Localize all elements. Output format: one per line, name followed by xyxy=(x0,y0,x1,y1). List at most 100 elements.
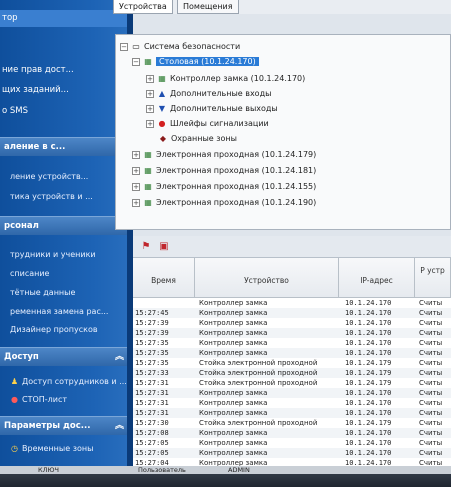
expand-icon[interactable]: + xyxy=(146,74,154,83)
sidebar-group-label: Доступ xyxy=(4,352,39,362)
export-events-icon[interactable]: ▣ xyxy=(157,240,171,254)
alarm-loop-icon: ● xyxy=(158,119,166,128)
sidebar-item-label: списание xyxy=(10,269,50,278)
sidebar-item-label: ременная замена рас... xyxy=(10,307,109,316)
device-icon: ▦ xyxy=(158,74,166,83)
table-cell-ip: 10.1.24.179 xyxy=(345,379,392,387)
sidebar-item-device-stats[interactable]: тика устройств и ... xyxy=(0,188,130,205)
column-header-device[interactable]: Устройство xyxy=(195,258,339,298)
table-row[interactable]: 15:27:31 Контроллер замка 10.1.24.170 Считы xyxy=(133,398,451,408)
sidebar-item-label: ление устройств... xyxy=(10,172,89,181)
sidebar-group-management[interactable]: аление в с... ︽ xyxy=(0,137,130,156)
device-icon: ▦ xyxy=(144,166,152,175)
table-row[interactable]: 15:27:45 Контроллер замка 10.1.24.170 Считы xyxy=(133,308,451,318)
sidebar-group-personnel[interactable]: рсонал ︽ xyxy=(0,216,130,235)
collapse-icon[interactable]: − xyxy=(132,57,140,66)
table-row[interactable]: 15:27:04 Контроллер замка 10.1.24.170 Считы xyxy=(133,458,451,466)
expand-icon[interactable]: + xyxy=(132,166,140,175)
tree-node-outputs[interactable]: + ▼ Дополнительные выходы xyxy=(146,103,278,115)
column-header-time[interactable]: Время xyxy=(133,258,195,298)
collapse-icon[interactable]: − xyxy=(120,42,128,51)
table-row[interactable]: 15:27:30 Стойка электронной проходной 10.1… xyxy=(133,418,451,428)
tree-node-inputs[interactable]: + ▲ Дополнительные входы xyxy=(146,88,271,100)
table-row[interactable]: 15:27:39 Контроллер замка 10.1.24.170 Считы xyxy=(133,318,451,328)
table-cell-ip: 10.1.24.170 xyxy=(345,449,392,457)
tree-node-alarm-loops[interactable]: + ● Шлейфы сигнализации xyxy=(146,118,269,130)
table-cell-ip: 10.1.24.170 xyxy=(345,389,392,397)
tree-node-label: Электронная проходная (10.1.24.181) xyxy=(156,166,317,175)
tree-node-turnstile-190[interactable]: + ▦ Электронная проходная (10.1.24.190) xyxy=(132,197,316,209)
table-cell-ip: 10.1.24.170 xyxy=(345,309,392,317)
sidebar-group-access-params[interactable]: Параметры дос... ︽ xyxy=(0,416,130,435)
sidebar-item-employee-access[interactable]: ♟ Доступ сотрудников и ... xyxy=(0,373,130,390)
table-cell-time: 15:27:31 xyxy=(135,379,169,387)
sidebar-group-access[interactable]: Доступ ︽ xyxy=(0,347,130,366)
sidebar-item-label: тётные данные xyxy=(10,288,76,297)
sidebar-item-schedule[interactable]: списание xyxy=(0,265,130,282)
sidebar-item-stop-list[interactable]: ● СТОП-лист xyxy=(0,391,130,408)
table-row[interactable]: Контроллер замка 10.1.24.170 Считы xyxy=(133,298,451,308)
sidebar-item-time-zones[interactable]: ◷ Временные зоны xyxy=(0,440,130,457)
sidebar-item-access-rights[interactable]: ние прав дост... xyxy=(0,62,130,79)
table-cell-time: 15:27:30 xyxy=(135,419,169,427)
table-cell-time: 15:27:05 xyxy=(135,449,169,457)
table-row[interactable]: 15:27:35 Контроллер замка 10.1.24.170 Считы xyxy=(133,338,451,348)
table-row[interactable]: 15:27:33 Стойка электронной проходной 10.1… xyxy=(133,368,451,378)
table-row[interactable]: 15:27:05 Контроллер замка 10.1.24.170 Считы xyxy=(133,438,451,448)
output-icon: ▼ xyxy=(158,104,166,113)
tree-node-turnstile-155[interactable]: + ▦ Электронная проходная (10.1.24.155) xyxy=(132,181,316,193)
tree-node-lock-controller[interactable]: + ▦ Контроллер замка (10.1.24.170) xyxy=(146,73,305,85)
table-cell-ip: 10.1.24.170 xyxy=(345,409,392,417)
tree-node-security-zones[interactable]: ◆ Охранные зоны xyxy=(158,133,237,145)
expand-icon[interactable]: + xyxy=(132,198,140,207)
expand-icon[interactable]: + xyxy=(132,182,140,191)
table-cell-time: 15:27:08 xyxy=(135,429,169,437)
table-row[interactable]: 15:27:31 Контроллер замка 10.1.24.170 Считы xyxy=(133,408,451,418)
table-cell-ip: 10.1.24.170 xyxy=(345,299,392,307)
sidebar-item-accounting[interactable]: тётные данные xyxy=(0,284,130,301)
device-tree: − ▭ Система безопасности − ▦ Столовая (10.1.… xyxy=(115,34,451,230)
chevron-up-icon: ︽ xyxy=(114,352,124,362)
tree-node-root[interactable]: − ▭ Система безопасности xyxy=(120,41,240,53)
sidebar-item-device-management[interactable]: ление устройств... xyxy=(0,168,130,185)
table-row[interactable]: 15:27:35 Стойка электронной проходной 10.1… xyxy=(133,358,451,368)
table-cell-r: Считы xyxy=(419,439,443,447)
sidebar-item-monitor[interactable]: тор xyxy=(0,10,130,27)
table-row[interactable]: 15:27:39 Контроллер замка 10.1.24.170 Считы xyxy=(133,328,451,338)
table-cell-r: Считы xyxy=(419,429,443,437)
expand-icon[interactable]: + xyxy=(146,89,154,98)
expand-icon[interactable]: + xyxy=(132,150,140,159)
sidebar-item-pass-designer[interactable]: Дизайнер пропусков xyxy=(0,321,130,338)
sidebar-item-label: Доступ сотрудников и ... xyxy=(22,377,127,386)
device-icon: ▦ xyxy=(144,182,152,191)
tree-node-canteen[interactable]: − ▦ Столовая (10.1.24.170) xyxy=(132,56,259,68)
sidebar-item-temp-replacement[interactable]: ременная замена рас... xyxy=(0,303,130,320)
tab-rooms[interactable]: Помещения xyxy=(177,0,239,14)
table-cell-r: Считы xyxy=(419,389,443,397)
table-row[interactable]: 15:27:05 Контроллер замка 10.1.24.170 Считы xyxy=(133,448,451,458)
tree-node-turnstile-179[interactable]: + ▦ Электронная проходная (10.1.24.179) xyxy=(132,149,316,161)
column-header-reader[interactable]: Р устр xyxy=(415,258,451,298)
table-row[interactable]: 15:27:35 Контроллер замка 10.1.24.170 Считы xyxy=(133,348,451,358)
filter-events-icon[interactable]: ⚑ xyxy=(139,240,153,254)
table-cell-device: Контроллер замка xyxy=(199,349,268,357)
sidebar-item-label: щих заданий... xyxy=(2,85,69,95)
table-row[interactable]: 15:27:08 Контроллер замка 10.1.24.170 Считы xyxy=(133,428,451,438)
sidebar-item-employees[interactable]: трудники и ученики xyxy=(0,246,130,263)
sidebar-item-sms[interactable]: о SMS xyxy=(0,103,130,120)
table-row[interactable]: 15:27:31 Контроллер замка 10.1.24.170 Считы xyxy=(133,388,451,398)
table-cell-ip: 10.1.24.170 xyxy=(345,339,392,347)
expand-icon[interactable]: + xyxy=(146,104,154,113)
tree-node-label: Охранные зоны xyxy=(171,134,237,143)
tab-bar: Устройства Помещения xyxy=(113,0,451,14)
table-cell-r: Считы xyxy=(419,419,443,427)
tree-node-label: Электронная проходная (10.1.24.155) xyxy=(156,182,317,191)
table-row[interactable]: 15:27:31 Стойка электронной проходной 10.1… xyxy=(133,378,451,388)
expand-icon[interactable]: + xyxy=(146,119,154,128)
sidebar-item-label: Временные зоны xyxy=(22,444,94,453)
table-cell-device: Контроллер замка xyxy=(199,399,268,407)
column-header-ip[interactable]: IP-адрес xyxy=(339,258,415,298)
tree-node-turnstile-181[interactable]: + ▦ Электронная проходная (10.1.24.181) xyxy=(132,165,316,177)
sidebar-item-tasks[interactable]: щих заданий... xyxy=(0,82,130,99)
tab-devices[interactable]: Устройства xyxy=(113,0,173,14)
